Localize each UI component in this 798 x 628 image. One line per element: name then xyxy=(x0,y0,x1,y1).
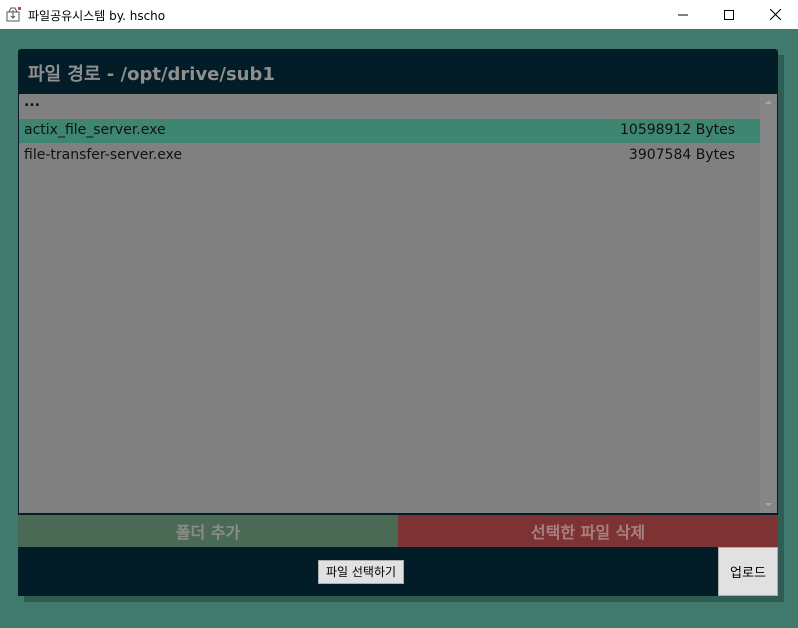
scroll-up-icon[interactable] xyxy=(764,98,773,107)
list-item[interactable]: actix_file_server.exe 10598912 Bytes xyxy=(19,119,760,143)
file-size: 3907584 Bytes xyxy=(628,147,735,163)
file-panel: 파일 경로 - /opt/drive/sub1 ... actix_file_s… xyxy=(18,49,778,596)
window-titlebar: 파일공유시스템 by. hscho xyxy=(0,0,798,29)
upload-button[interactable]: 업로드 xyxy=(718,547,778,596)
maximize-button[interactable] xyxy=(706,0,752,29)
file-size: 10598912 Bytes xyxy=(620,122,735,138)
delete-selected-button[interactable]: 선택한 파일 삭제 xyxy=(398,515,778,547)
path-title: 파일 경로 - /opt/drive/sub1 xyxy=(28,64,275,85)
maximize-icon xyxy=(724,9,734,20)
minimize-icon xyxy=(678,14,688,15)
file-list[interactable]: ... actix_file_server.exe 10598912 Bytes… xyxy=(19,94,777,513)
panel-header: 파일 경로 - /opt/drive/sub1 xyxy=(18,49,778,93)
parent-dir-label: ... xyxy=(24,94,40,110)
add-folder-button[interactable]: 폴더 추가 xyxy=(18,515,398,547)
file-name: actix_file_server.exe xyxy=(24,122,166,138)
choose-file-button[interactable]: 파일 선택하기 xyxy=(318,560,405,584)
minimize-button[interactable] xyxy=(660,0,706,29)
scroll-down-icon[interactable] xyxy=(764,500,773,509)
file-name: file-transfer-server.exe xyxy=(24,147,183,163)
list-item[interactable]: file-transfer-server.exe 3907584 Bytes xyxy=(19,144,760,168)
list-item-parent[interactable]: ... xyxy=(19,94,760,118)
close-icon xyxy=(769,9,781,20)
folder-share-icon xyxy=(6,6,22,22)
upload-bar: 파일 선택하기 업로드 xyxy=(18,547,778,596)
window-title: 파일공유시스템 by. hscho xyxy=(28,9,166,23)
close-button[interactable] xyxy=(752,0,798,29)
list-scrollbar[interactable] xyxy=(760,94,777,513)
